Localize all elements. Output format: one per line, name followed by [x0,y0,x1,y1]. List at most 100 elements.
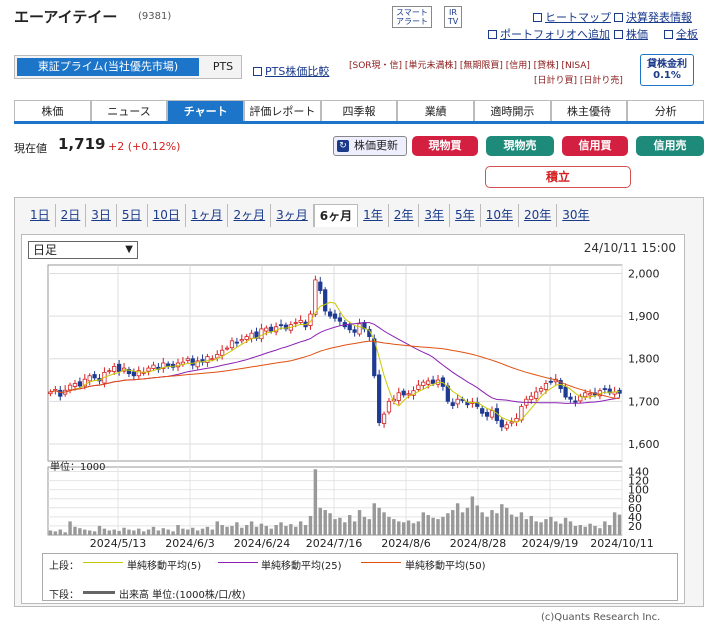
legend-box: 上段： 単純移動平均(5) 単純移動平均(25) 単純移動平均(50) 下段： … [42,553,678,601]
market-primary-tab[interactable]: 東証プライム(当社優先市場) [17,58,199,76]
range-selector: 1日 2日 3日 5日 10日 1ヶ月 2ヶ月 3ヶ月 6ヶ月 1年 2年 3年… [25,204,595,227]
candle-body [509,421,514,424]
volume-bar [161,528,166,535]
tab-price[interactable]: 株価 [14,100,91,121]
volume-bar [284,525,288,535]
volume-series [48,469,622,535]
stock-price-link[interactable]: 株価 [614,26,648,42]
volume-bar [568,521,573,535]
tab-news[interactable]: ニュース [90,100,168,121]
volume-bar [191,527,195,535]
range-3y[interactable]: 3年 [419,204,451,227]
range-10y[interactable]: 10年 [481,204,519,227]
volume-bar [348,515,352,535]
ma50-line [50,340,620,400]
tab-disclosure[interactable]: 適時開示 [474,100,551,121]
volume-bar [421,512,426,535]
candle-body [431,379,436,384]
price-value: 1,719 [58,135,106,153]
legend-ma5: 単純移動平均(5) [127,561,202,572]
volume-bar [416,521,421,535]
volume-bar [78,528,82,535]
price-change: +2 (+0.12%) [108,140,181,153]
price-tick-label: 1,900 [628,310,660,323]
candle-body [426,380,431,385]
range-10d[interactable]: 10日 [148,204,186,227]
candle-body [538,388,544,392]
range-2d[interactable]: 2日 [56,204,87,227]
tab-analysis[interactable]: 分析 [627,100,704,121]
smart-alert-line2: アラート [396,17,428,26]
tab-report[interactable]: 評価レポート [244,100,321,121]
margin-sell-button[interactable]: 信用売 [636,136,704,156]
range-3m[interactable]: 3ヶ月 [271,204,314,227]
tab-shikiho[interactable]: 四季報 [320,100,398,121]
candle-body [244,336,249,340]
earnings-info-link[interactable]: 決算発表情報 [614,9,692,25]
stock-code: (9381) [138,11,172,22]
candle-body [72,383,78,387]
range-3d[interactable]: 3日 [86,204,117,227]
market-pts-tab[interactable]: PTS [205,58,241,76]
range-30y[interactable]: 30年 [557,204,594,227]
volume-bar [166,529,170,535]
tab-benefits[interactable]: 株主優待 [550,100,628,121]
range-2y[interactable]: 2年 [389,204,420,227]
candle-body [450,402,455,407]
price-tick-label: 2,000 [628,268,660,281]
candle-body [229,340,235,349]
range-20y[interactable]: 20年 [519,204,558,227]
volume-bar [357,510,362,535]
x-tick-label: 2024/10/11 [590,537,653,550]
candle-body [573,400,578,403]
candle-body [278,324,284,327]
volume-bar [372,503,376,535]
range-6m[interactable]: 6ヶ月 [313,204,359,227]
candle-body [146,367,151,372]
tab-earnings[interactable]: 業績 [397,100,475,121]
volume-bar [97,525,102,535]
volume-bar [254,526,259,535]
market-selector: 東証プライム(当社優先市場) PTS [14,55,242,79]
volume-bar [323,510,327,535]
margin-buy-button[interactable]: 信用買 [562,136,628,156]
range-1m[interactable]: 1ヶ月 [186,204,229,227]
credit-text: (c)Quants Research Inc. [541,612,661,623]
refresh-price-button[interactable]: ↻ 株価更新 [333,136,407,156]
range-1d[interactable]: 1日 [25,204,56,227]
range-5d[interactable]: 5日 [117,204,148,227]
volume-bar [617,514,622,535]
candle-body [455,398,460,405]
volume-tick-label: 20 [628,520,642,533]
tsumitate-button[interactable]: 積立 [485,166,631,188]
volume-bar [318,507,322,535]
x-tick-label: 2024/5/13 [90,537,146,550]
candle-body [313,279,318,315]
range-2m[interactable]: 2ヶ月 [228,204,272,227]
x-tick-label: 2024/9/19 [522,537,578,550]
lending-rate-badge: 貸株金利 0.1% [640,54,694,86]
range-1y[interactable]: 1年 [358,204,389,227]
full-board-link[interactable]: 全板 [664,26,698,42]
volume-bar [244,525,249,535]
chart-panel: 1日 2日 3日 5日 10日 1ヶ月 2ヶ月 3ヶ月 6ヶ月 1年 2年 3年… [14,197,704,607]
smart-alert-button[interactable]: スマート アラート [392,6,432,28]
spot-buy-button[interactable]: 現物買 [412,136,478,156]
tab-chart[interactable]: チャート [167,100,245,121]
candle-body [131,371,136,377]
add-portfolio-link[interactable]: ポートフォリオへ追加 [488,26,610,42]
volume-bar [63,532,67,535]
heatmap-link[interactable]: ヒートマップ [533,9,611,25]
spot-sell-button[interactable]: 現物売 [486,136,554,156]
candle-body [224,347,230,350]
volume-bar [406,520,411,535]
volume-bar [235,522,239,535]
volume-bar [431,517,435,535]
ir-tv-button[interactable]: IR TV [444,6,462,28]
volume-bar [200,528,205,535]
volume-bar [500,504,504,535]
volume-bar [514,516,519,535]
pts-compare-link[interactable]: PTS株価比較 [253,63,329,79]
range-5y[interactable]: 5年 [450,204,481,227]
ir-tv-line2: TV [447,17,459,26]
